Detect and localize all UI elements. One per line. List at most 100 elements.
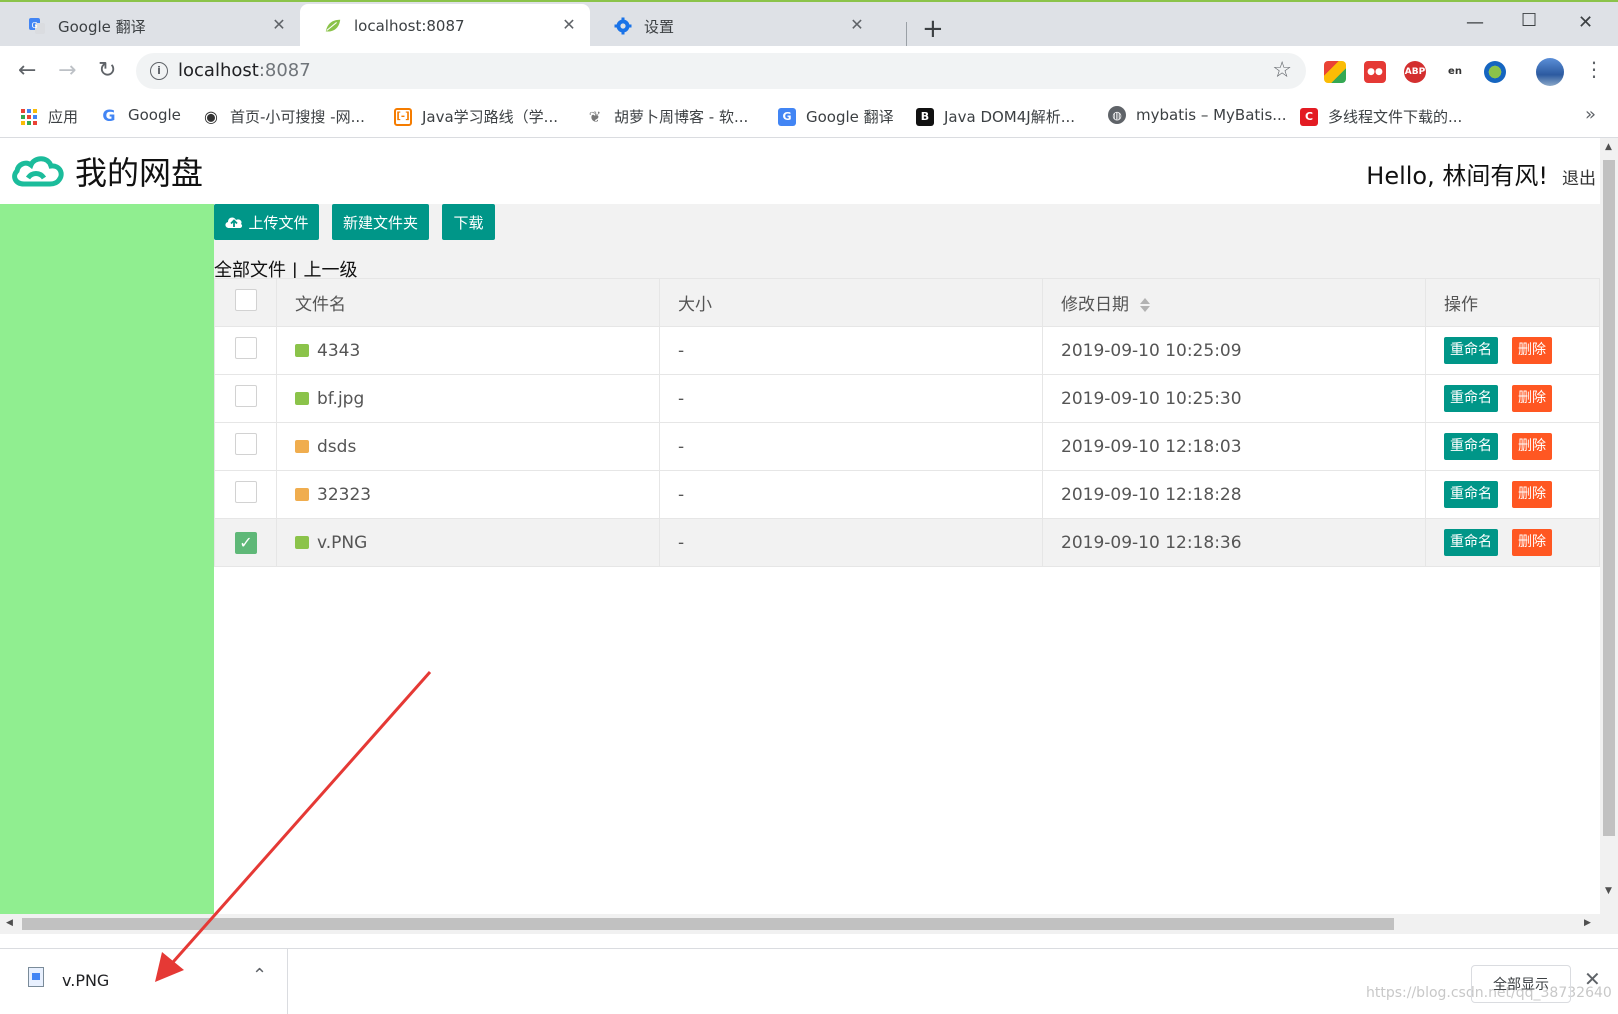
delete-button[interactable]: 删除 bbox=[1512, 337, 1552, 364]
address-bar[interactable]: i localhost:8087 ☆ bbox=[136, 53, 1306, 89]
bookmark-xiaoke[interactable]: ◉ 首页-小可搜搜 -网... bbox=[202, 106, 365, 127]
folder-icon bbox=[295, 487, 309, 501]
rename-button[interactable]: 重命名 bbox=[1444, 385, 1498, 412]
chevron-up-icon[interactable]: ⌃ bbox=[252, 965, 267, 986]
download-file-name: v.PNG bbox=[62, 971, 110, 990]
select-all-cell bbox=[214, 278, 277, 327]
scroll-up-icon[interactable]: ▲ bbox=[1605, 142, 1612, 152]
translate-extension-icon[interactable]: en bbox=[1444, 61, 1466, 83]
menu-kebab-icon[interactable]: ⋮ bbox=[1584, 58, 1604, 80]
close-icon[interactable]: ✕ bbox=[848, 16, 866, 34]
maximize-icon[interactable]: ☐ bbox=[1521, 10, 1537, 31]
file-name-cell[interactable]: bf.jpg bbox=[276, 374, 660, 423]
table-row[interactable]: 32323-2019-09-10 12:18:28 重命名 删除 bbox=[214, 470, 1600, 519]
image-file-icon bbox=[28, 967, 44, 987]
extension-colorful-icon[interactable] bbox=[1324, 61, 1346, 83]
file-actions-cell: 重命名 删除 bbox=[1425, 422, 1600, 471]
new-tab-icon[interactable]: + bbox=[922, 16, 944, 42]
download-button[interactable]: 下载 bbox=[442, 204, 495, 240]
bookmark-carrot-blog[interactable]: ❦ 胡萝卜周博客 - 软... bbox=[586, 106, 749, 127]
rename-button[interactable]: 重命名 bbox=[1444, 337, 1498, 364]
chevron-right-double-icon[interactable]: » bbox=[1585, 104, 1596, 125]
image-file-icon bbox=[295, 391, 309, 405]
bookmarks-bar: 应用 G Google ◉ 首页-小可搜搜 -网... [-] Java学习路线… bbox=[0, 96, 1618, 138]
file-name-cell[interactable]: 4343 bbox=[276, 326, 660, 375]
file-actions-cell: 重命名 删除 bbox=[1425, 374, 1600, 423]
row-checkbox[interactable]: ✓ bbox=[235, 531, 257, 554]
file-name-cell[interactable]: 32323 bbox=[276, 470, 660, 519]
vertical-scrollbar[interactable]: ▲ ▼ bbox=[1600, 138, 1618, 934]
file-modified-cell: 2019-09-10 10:25:30 bbox=[1042, 374, 1426, 423]
table-row[interactable]: bf.jpg -2019-09-10 10:25:30 重命名 删除 bbox=[214, 374, 1600, 423]
vertical-scroll-thumb[interactable] bbox=[1603, 160, 1615, 836]
file-size-cell: - bbox=[659, 470, 1043, 519]
bookmark-mybatis[interactable]: ◍ mybatis – MyBatis... bbox=[1108, 106, 1287, 124]
bookmark-java-roadmap[interactable]: [-] Java学习路线（学... bbox=[394, 106, 558, 127]
info-icon[interactable]: i bbox=[150, 62, 168, 80]
delete-button[interactable]: 删除 bbox=[1512, 529, 1552, 556]
bookmark-apps[interactable]: 应用 bbox=[20, 106, 78, 127]
scroll-right-icon[interactable]: ▶ bbox=[1584, 918, 1591, 928]
minimize-icon[interactable]: — bbox=[1466, 12, 1484, 33]
delete-button[interactable]: 删除 bbox=[1512, 385, 1552, 412]
tab-settings[interactable]: 设置 ✕ bbox=[590, 4, 878, 48]
scroll-down-icon[interactable]: ▼ bbox=[1605, 886, 1612, 896]
file-name[interactable]: 4343 bbox=[317, 341, 360, 361]
delete-button[interactable]: 删除 bbox=[1512, 433, 1552, 460]
file-table: 文件名 大小 修改日期 操作 4343-2019-09-10 10:25:09 重… bbox=[214, 278, 1600, 567]
logout-link[interactable]: 退出 bbox=[1562, 164, 1596, 189]
horizontal-scrollbar[interactable]: ◀ ▶ bbox=[0, 914, 1600, 934]
tab-title: Google 翻译 bbox=[58, 17, 146, 36]
new-folder-button[interactable]: 新建文件夹 bbox=[332, 204, 429, 240]
adblock-icon[interactable]: ABP bbox=[1404, 61, 1426, 83]
extension-red-icon[interactable]: ●● bbox=[1364, 61, 1386, 83]
forward-icon[interactable]: → bbox=[58, 60, 76, 82]
upload-button[interactable]: 上传文件 bbox=[214, 204, 319, 240]
file-name[interactable]: bf.jpg bbox=[317, 389, 364, 409]
file-name[interactable]: 32323 bbox=[317, 485, 371, 505]
show-all-button[interactable]: 全部显示 bbox=[1471, 965, 1571, 1003]
close-icon[interactable]: ✕ bbox=[1584, 967, 1601, 991]
tab-localhost[interactable]: localhost:8087 ✕ bbox=[300, 4, 590, 48]
bookmark-google-translate[interactable]: G Google 翻译 bbox=[778, 106, 894, 127]
avatar[interactable] bbox=[1536, 58, 1564, 86]
file-name-cell[interactable]: dsds bbox=[276, 422, 660, 471]
globe-icon: ◍ bbox=[1108, 106, 1126, 124]
scroll-left-icon[interactable]: ◀ bbox=[6, 918, 13, 928]
bookmark-google[interactable]: G Google bbox=[100, 106, 180, 125]
close-icon[interactable]: ✕ bbox=[560, 16, 578, 34]
window-close-icon[interactable]: ✕ bbox=[1578, 12, 1593, 33]
download-item[interactable]: v.PNG ⌃ bbox=[0, 949, 288, 1014]
horizontal-scroll-thumb[interactable] bbox=[22, 918, 1394, 930]
file-name[interactable]: dsds bbox=[317, 437, 356, 457]
tab-google-translate[interactable]: G Google 翻译 ✕ bbox=[4, 4, 300, 48]
bookmark-label: Google 翻译 bbox=[806, 108, 894, 126]
bracket-icon: [-] bbox=[394, 107, 412, 126]
sort-icon[interactable] bbox=[1140, 298, 1151, 312]
column-header-modified[interactable]: 修改日期 bbox=[1042, 278, 1426, 327]
file-name-cell[interactable]: v.PNG bbox=[276, 518, 660, 567]
bookmark-label: Java DOM4J解析... bbox=[944, 108, 1076, 126]
rename-button[interactable]: 重命名 bbox=[1444, 529, 1498, 556]
rename-button[interactable]: 重命名 bbox=[1444, 481, 1498, 508]
row-checkbox[interactable] bbox=[235, 433, 257, 455]
bookmark-star-icon[interactable]: ☆ bbox=[1272, 58, 1292, 83]
table-row[interactable]: dsds -2019-09-10 12:18:03 重命名 删除 bbox=[214, 422, 1600, 471]
row-checkbox[interactable] bbox=[235, 337, 257, 359]
close-icon[interactable]: ✕ bbox=[270, 16, 288, 34]
row-checkbox[interactable] bbox=[235, 481, 257, 503]
file-name[interactable]: v.PNG bbox=[317, 533, 367, 553]
table-row[interactable]: 4343-2019-09-10 10:25:09 重命名 删除 bbox=[214, 326, 1600, 375]
back-icon[interactable]: ← bbox=[18, 60, 36, 82]
reload-icon[interactable]: ↻ bbox=[98, 60, 116, 82]
bookmark-dom4j[interactable]: B Java DOM4J解析... bbox=[916, 106, 1075, 127]
select-all-checkbox[interactable] bbox=[235, 289, 257, 311]
rename-button[interactable]: 重命名 bbox=[1444, 433, 1498, 460]
bookmark-multithread-download[interactable]: C 多线程文件下载的... bbox=[1300, 106, 1462, 127]
row-checkbox[interactable] bbox=[235, 385, 257, 407]
file-actions-cell: 重命名 删除 bbox=[1425, 326, 1600, 375]
download-shelf: v.PNG ⌃ https://blog.csdn.net/qq_3873264… bbox=[0, 948, 1618, 1014]
table-row[interactable]: ✓ v.PNG -2019-09-10 12:18:36 重命名 删除 bbox=[214, 518, 1600, 567]
globe-extension-icon[interactable] bbox=[1484, 61, 1506, 83]
delete-button[interactable]: 删除 bbox=[1512, 481, 1552, 508]
